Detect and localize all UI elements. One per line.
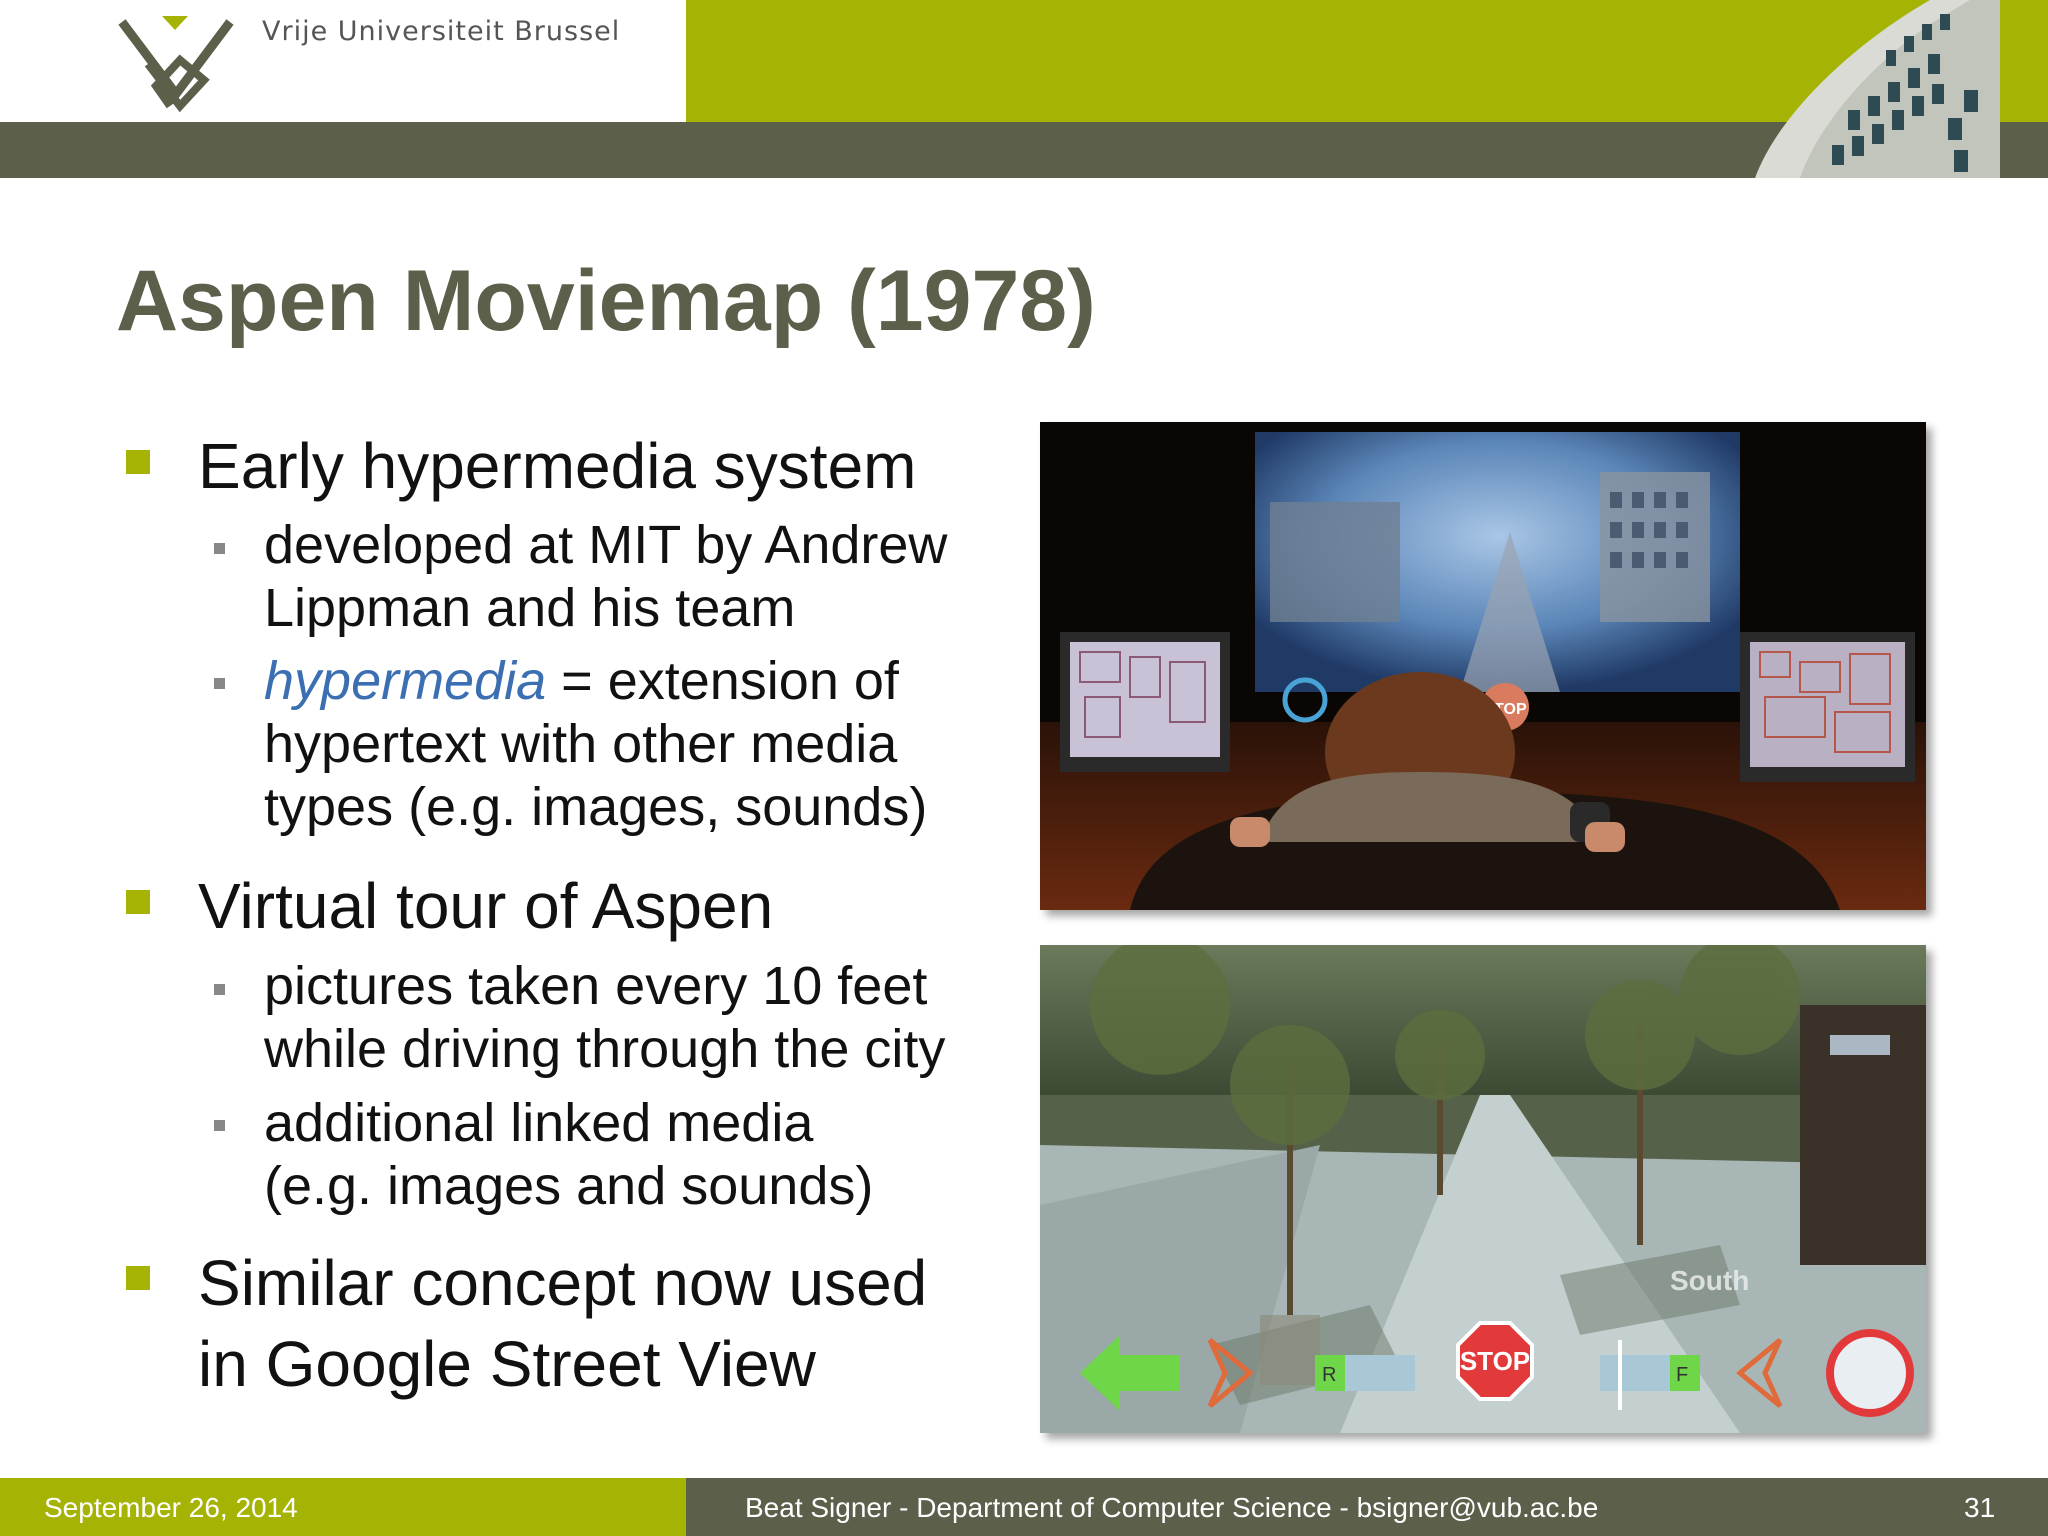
sub-bullet-marker <box>214 543 225 554</box>
sub-bullet-marker <box>214 984 225 995</box>
footer-date: September 26, 2014 <box>44 1492 298 1523</box>
bullet-marker <box>126 450 150 474</box>
sub-bullet-text: hypertext with other media <box>264 714 898 774</box>
vub-logo-icon <box>118 16 234 113</box>
sub-bullet-text: (e.g. images and sounds) <box>264 1156 874 1216</box>
bullet-text: in Google Street View <box>198 1328 816 1400</box>
bullet-marker <box>126 890 150 914</box>
aspen-street-photo: South R STOP F <box>1040 945 1926 1433</box>
slide-title: Aspen Moviemap (1978) <box>116 253 1096 349</box>
moviemap-console-photo: STOP <box>1040 422 1926 910</box>
sub-bullet-text: while driving through the city <box>264 1019 946 1079</box>
sub-bullet-text: additional linked media <box>264 1093 814 1153</box>
sub-bullet-marker <box>214 1120 225 1131</box>
university-name: Vrije Universiteit Brussel <box>262 16 621 47</box>
sub-bullet-text: developed at MIT by Andrew <box>264 515 948 575</box>
emphasis-term: hypermedia <box>264 651 547 711</box>
footer-page-number: 31 <box>1964 1492 1996 1523</box>
sub-bullet-text: Lippman and his team <box>264 578 796 638</box>
sub-bullet-marker <box>214 678 225 689</box>
building-photo <box>1755 0 2000 178</box>
sub-bullet-text: hypermedia = extension of <box>264 651 899 711</box>
sub-bullet-text: types (e.g. images, sounds) <box>264 777 928 837</box>
bullet-marker <box>126 1266 150 1290</box>
rewind-label: R <box>1322 1364 1336 1386</box>
forward-label: F <box>1676 1364 1688 1386</box>
footer-author: Beat Signer - Department of Computer Sci… <box>745 1492 1599 1523</box>
direction-label: South <box>1670 1265 1749 1296</box>
bullet-text: Similar concept now used <box>198 1247 928 1319</box>
stop-sign-label: STOP <box>1460 1346 1530 1376</box>
bullet-text: Early hypermedia system <box>198 430 917 502</box>
sub-bullet-text: pictures taken every 10 feet <box>264 956 928 1016</box>
bullet-text: Virtual tour of Aspen <box>198 870 774 942</box>
